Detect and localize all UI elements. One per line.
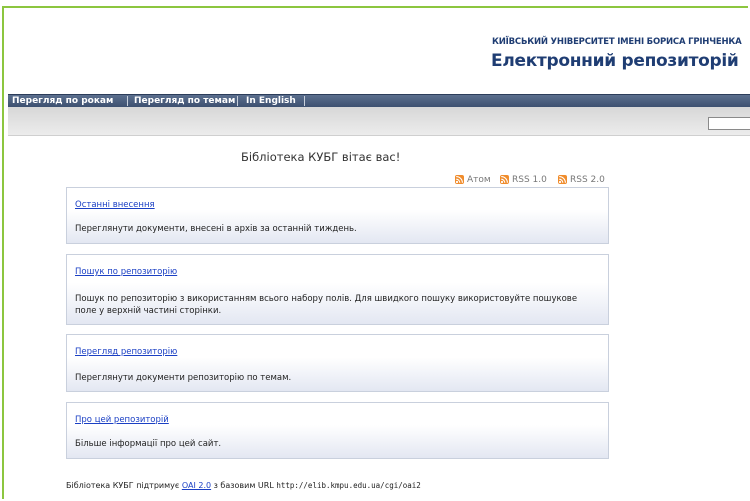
nav-separator	[237, 96, 238, 106]
card-search: Пошук по репозиторію Пошук по репозиторі…	[66, 254, 609, 325]
rss-icon	[455, 175, 464, 184]
card-about-link[interactable]: Про цей репозиторій	[75, 415, 169, 425]
card-latest-link[interactable]: Останні внесення	[75, 200, 155, 210]
welcome-heading: Бібліотека КУБГ вітає вас!	[241, 150, 401, 164]
feed-rss1-link[interactable]: RSS 1.0	[512, 174, 547, 186]
footer-middle: з базовим URL	[211, 481, 277, 490]
card-latest-description: Переглянути документи, внесені в архів з…	[75, 224, 357, 234]
nav-bar: Перегляд по рокам Перегляд по темам In E…	[8, 94, 750, 107]
footer-oai-note: Бібліотека КУБГ підтримує OAI 2.0 з базо…	[66, 481, 421, 490]
card-browse-link[interactable]: Перегляд репозиторію	[75, 347, 177, 357]
card-search-link[interactable]: Пошук по репозиторію	[75, 267, 177, 277]
card-about: Про цей репозиторій Більше інформації пр…	[66, 402, 609, 459]
card-browse-description: Переглянути документи репозиторію по тем…	[75, 373, 292, 383]
oai-base-url: http://elib.kmpu.edu.ua/cgi/oai2	[276, 481, 421, 490]
card-latest: Останні внесення Переглянути документи, …	[66, 187, 609, 244]
feed-rss2-link[interactable]: RSS 2.0	[570, 174, 605, 186]
rss-icon	[500, 175, 509, 184]
oai-link[interactable]: OAI 2.0	[182, 481, 211, 490]
search-input[interactable]	[708, 117, 750, 130]
feed-atom-link[interactable]: Атом	[467, 174, 491, 186]
nav-item-browse-years[interactable]: Перегляд по рокам	[12, 95, 113, 107]
footer-prefix: Бібліотека КУБГ підтримує	[66, 481, 182, 490]
rss-icon	[558, 175, 567, 184]
toolbar	[8, 107, 750, 136]
feed-links: Атом RSS 1.0 RSS 2.0	[455, 174, 615, 186]
nav-item-browse-subjects[interactable]: Перегляд по темам	[134, 95, 235, 107]
card-about-description: Більше інформації про цей сайт.	[75, 439, 222, 449]
nav-separator	[304, 96, 305, 106]
card-browse: Перегляд репозиторію Переглянути докумен…	[66, 334, 609, 392]
nav-separator	[127, 96, 128, 106]
university-name: КИЇВСЬКИЙ УНІВЕРСИТЕТ ІМЕНІ БОРИСА ГРІНЧ…	[492, 37, 742, 47]
nav-item-english[interactable]: In English	[246, 95, 296, 107]
card-search-description: Пошук по репозиторію з використанням всь…	[75, 294, 578, 316]
repository-title[interactable]: Електронний репозиторій	[491, 51, 750, 71]
